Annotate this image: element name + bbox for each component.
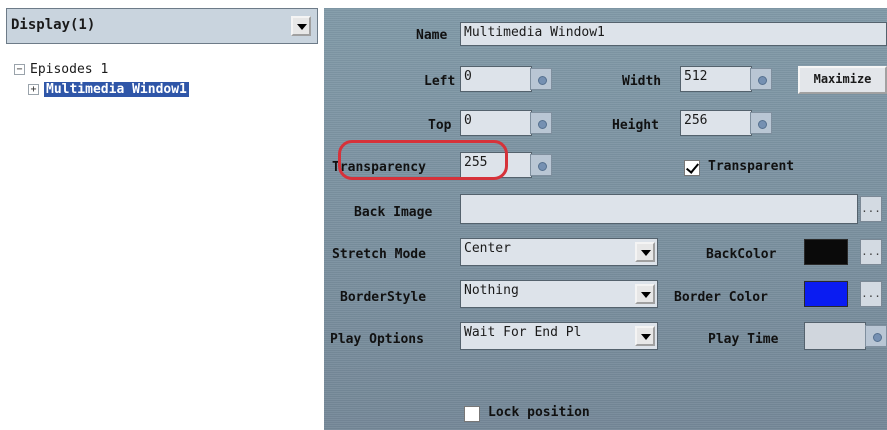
transparency-spinner[interactable]: [530, 154, 552, 176]
border-color-label: Border Color: [674, 290, 768, 305]
height-spinner[interactable]: [750, 112, 772, 134]
transparent-checkbox[interactable]: [684, 160, 700, 176]
lock-position-label: Lock position: [488, 405, 590, 420]
borderstyle-label: BorderStyle: [340, 290, 427, 305]
tree-item-episodes[interactable]: − Episodes 1: [14, 60, 108, 78]
height-field[interactable]: 256: [680, 110, 752, 136]
top-label: Top: [428, 118, 452, 133]
border-color-browse-button[interactable]: ...: [860, 281, 882, 307]
expand-icon[interactable]: +: [28, 83, 39, 95]
backcolor-swatch[interactable]: [804, 239, 848, 265]
width-spinner[interactable]: [750, 68, 772, 90]
backcolor-label: BackColor: [706, 247, 777, 262]
lock-position-checkbox[interactable]: [464, 406, 480, 422]
left-pane: Display(1) − Episodes 1 + Multimedia Win…: [6, 8, 322, 430]
tree-item-multimedia-window[interactable]: + Multimedia Window1: [28, 80, 189, 98]
width-label: Width: [622, 74, 662, 89]
stretch-mode-label: Stretch Mode: [332, 247, 426, 262]
tree-item-label: Episodes 1: [30, 61, 109, 77]
chevron-down-icon[interactable]: [635, 284, 655, 304]
chevron-down-icon[interactable]: [635, 242, 655, 262]
name-field[interactable]: Multimedia Window1: [460, 22, 887, 46]
display-select[interactable]: Display(1): [6, 8, 318, 44]
highlight-outline: [338, 140, 508, 180]
borderstyle-select[interactable]: Nothing: [460, 280, 658, 308]
play-time-field[interactable]: [804, 322, 866, 350]
collapse-icon[interactable]: −: [14, 63, 25, 75]
maximize-button[interactable]: Maximize: [798, 66, 887, 94]
stretch-mode-value: Center: [464, 241, 511, 256]
border-color-swatch[interactable]: [804, 281, 848, 307]
properties-panel: Name Multimedia Window1 Left 0 Width 512…: [324, 8, 887, 430]
play-time-spinner[interactable]: [865, 325, 887, 347]
transparent-label: Transparent: [708, 159, 795, 174]
left-label: Left: [424, 74, 456, 89]
height-label: Height: [612, 118, 659, 133]
top-spinner[interactable]: [530, 112, 552, 134]
play-options-value: Wait For End Pl: [464, 325, 582, 340]
tree-item-label: Multimedia Window1: [44, 81, 189, 97]
stretch-mode-select[interactable]: Center: [460, 238, 658, 266]
left-spinner[interactable]: [530, 68, 552, 90]
top-field[interactable]: 0: [460, 110, 532, 136]
back-image-field[interactable]: [460, 194, 858, 224]
name-label: Name: [416, 28, 448, 43]
borderstyle-value: Nothing: [464, 283, 519, 298]
back-image-label: Back Image: [354, 205, 433, 220]
episode-tree: − Episodes 1 + Multimedia Window1: [6, 54, 318, 430]
chevron-down-icon[interactable]: [291, 16, 311, 36]
chevron-down-icon[interactable]: [635, 326, 655, 346]
width-field[interactable]: 512: [680, 66, 752, 92]
back-image-browse-button[interactable]: ...: [860, 196, 882, 222]
play-options-select[interactable]: Wait For End Pl: [460, 322, 658, 350]
display-select-value: Display(1): [11, 17, 96, 33]
play-time-label: Play Time: [708, 332, 779, 347]
play-options-label: Play Options: [330, 332, 424, 347]
backcolor-browse-button[interactable]: ...: [860, 239, 882, 265]
left-field[interactable]: 0: [460, 66, 532, 92]
